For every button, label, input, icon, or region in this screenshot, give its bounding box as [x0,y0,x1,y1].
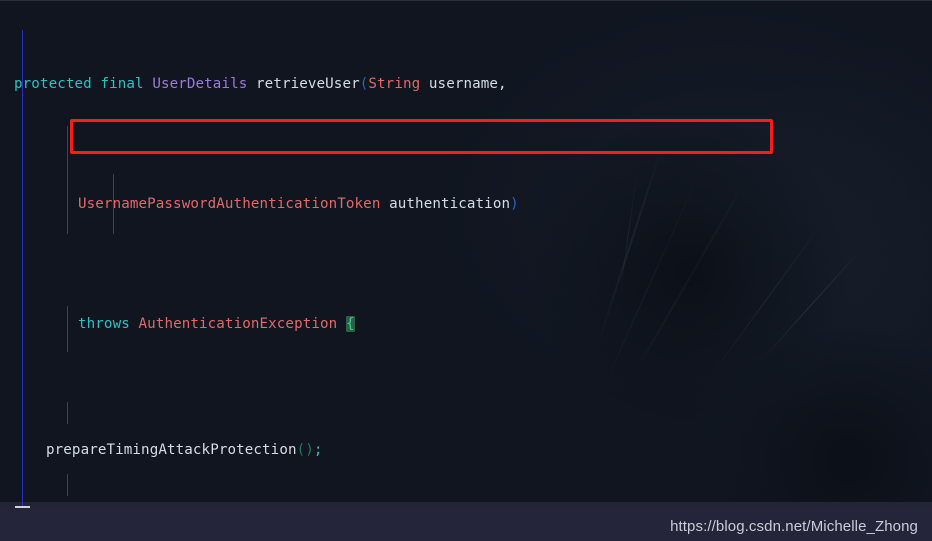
token-type: UsernamePasswordAuthenticationToken [78,196,381,212]
indent-guide [22,30,23,510]
token-keyword: throws [78,316,130,332]
code-line[interactable]: prepareTimingAttackProtection(); [0,438,932,462]
indent-guide [67,306,68,352]
token-type: UserDetails [152,76,248,92]
token-brace-match: { [345,316,355,332]
code-line[interactable]: UsernamePasswordAuthenticationToken auth… [0,192,932,216]
code-line[interactable]: protected final UserDetails retrieveUser… [0,72,932,96]
code-line[interactable]: throws AuthenticationException { [0,312,932,336]
watermark-url: https://blog.csdn.net/Michelle_Zhong [670,518,918,535]
code-content[interactable]: protected final UserDetails retrieveUser… [0,0,932,541]
token-param: username [428,76,499,92]
indent-guide [67,474,68,496]
top-divider [0,0,932,1]
token-keyword: final [100,76,144,92]
token-type: String [368,76,421,92]
token-method: retrieveUser [256,76,360,92]
token-keyword: protected [14,76,92,92]
token-paren: () [296,442,314,458]
code-editor-screenshot: protected final UserDetails retrieveUser… [0,0,932,541]
token-comma: , [498,76,507,92]
indent-guide [67,402,68,424]
token-paren: ) [510,196,519,212]
indent-guide [113,174,114,234]
token-method: prepareTimingAttackProtection [46,442,297,458]
indent-guide [67,126,68,234]
token-type: AuthenticationException [138,316,338,332]
token-param: authentication [389,196,511,212]
token-semicolon: ; [313,442,323,458]
